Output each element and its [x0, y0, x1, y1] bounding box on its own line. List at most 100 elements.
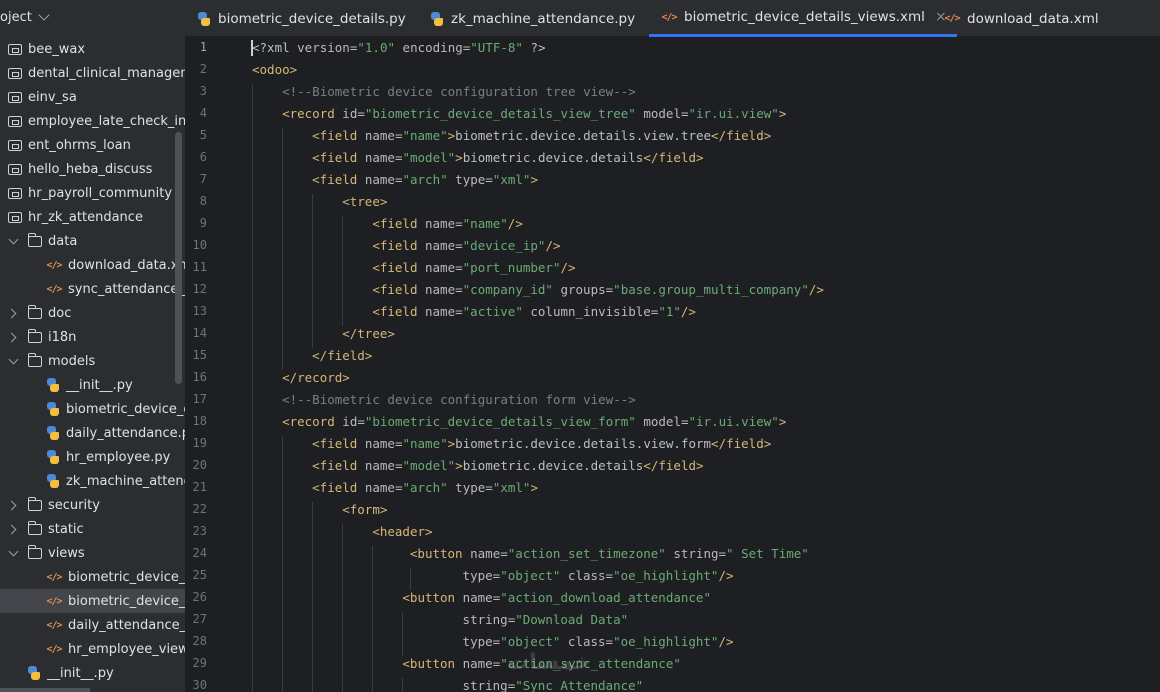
code-line[interactable]: <field name="arch" type="xml">: [312, 480, 538, 495]
code-token: name=: [364, 480, 403, 495]
code-token: <tree>: [342, 194, 388, 209]
chevron-right-icon[interactable]: [8, 331, 20, 343]
tree-folder[interactable]: doc: [0, 301, 185, 325]
tree-file[interactable]: __init__.py: [0, 661, 185, 685]
code-line[interactable]: <field name="arch" type="xml">: [312, 172, 538, 187]
code-token: "arch": [402, 172, 448, 187]
code-line[interactable]: <field name="name">biometric.device.deta…: [312, 128, 771, 143]
code-token: <record: [282, 414, 343, 429]
chevron-right-icon[interactable]: [8, 499, 20, 511]
project-panel-title: oject: [0, 9, 32, 25]
tree-item-label: __init__.py: [66, 377, 133, 393]
python-file-icon: [46, 426, 60, 440]
code-line[interactable]: </tree>: [342, 326, 395, 341]
project-panel-header[interactable]: oject: [0, 0, 185, 34]
tree-file[interactable]: </> sync_attendance_cron.xml: [0, 277, 185, 301]
code-token: name=: [364, 150, 403, 165]
code-line[interactable]: <button name="action_download_attendance…: [402, 590, 711, 605]
code-token: "active": [462, 304, 523, 319]
line-number: 22: [192, 502, 207, 516]
tree-file[interactable]: __init__.py: [0, 373, 185, 397]
chevron-down-icon[interactable]: [38, 9, 50, 21]
tree-item-label: hello_heba_discuss: [28, 161, 153, 177]
editor-tab[interactable]: biometric_device_details.py: [197, 0, 406, 37]
code-line[interactable]: <header>: [372, 524, 432, 539]
code-line[interactable]: <!--Biometric device configuration tree …: [282, 84, 636, 99]
tree-item-label: i18n: [48, 329, 77, 345]
chevron-right-icon[interactable]: [8, 307, 20, 319]
code-line[interactable]: string="Sync Attendance": [463, 678, 644, 692]
code-line[interactable]: <button name="action_set_timezone" strin…: [410, 546, 809, 561]
chevron-down-icon[interactable]: [8, 547, 20, 559]
tree-folder[interactable]: data: [0, 229, 185, 253]
code-token: >: [778, 414, 787, 429]
tree-item-label: hr_employee.py: [66, 449, 171, 465]
chevron-right-icon[interactable]: [8, 523, 20, 535]
code-token: biometric.device.details: [462, 458, 644, 473]
code-token: <button: [409, 546, 471, 561]
code-token: name=: [425, 260, 463, 275]
code-line[interactable]: type="object" class="oe_highlight"/>: [463, 568, 734, 583]
tree-file[interactable]: </> biometric_device_attendance_views.xml: [0, 565, 185, 589]
code-line[interactable]: <tree>: [342, 194, 387, 209]
tree-file[interactable]: </> download_data.xml: [0, 253, 185, 277]
code-line[interactable]: string="Download Data": [463, 612, 629, 627]
code-line[interactable]: <field name="model">biometric.device.det…: [312, 150, 703, 165]
tree-file[interactable]: daily_attendance.py: [0, 421, 185, 445]
line-number: 10: [192, 238, 207, 252]
xml-file-icon: </>: [661, 11, 677, 23]
code-line[interactable]: <field name="name">biometric.device.deta…: [312, 436, 771, 451]
tree-module[interactable]: hello_heba_discuss: [0, 157, 185, 181]
code-line[interactable]: <field name="port_number"/>: [372, 260, 575, 275]
tree-module[interactable]: bee_wax: [0, 37, 185, 61]
code-editor[interactable]: 1 2 3 4 5 6 7 8 9 10 11 12 13 14 15 16 17 18 19 20 21 22 23 24 2…: [185, 37, 1160, 692]
editor-tab[interactable]: </> download_data.xml: [944, 0, 1099, 37]
tab-label: download_data.xml: [967, 10, 1099, 27]
code-line[interactable]: <odoo>: [252, 62, 297, 77]
editor-tab[interactable]: zk_machine_attendance.py: [430, 0, 635, 37]
tree-folder[interactable]: models: [0, 349, 185, 373]
tree-file[interactable]: </> biometric_device_details_views.xml: [0, 589, 185, 613]
code-line[interactable]: <!--Biometric device configuration form …: [282, 392, 636, 407]
code-line[interactable]: </record>: [282, 370, 350, 385]
text-caret: [251, 40, 253, 56]
code-line[interactable]: <?xml version="1.0" encoding="UTF-8" ?>: [252, 40, 546, 55]
tree-module[interactable]: einv_sa: [0, 85, 185, 109]
sidebar-scrollbar[interactable]: [175, 132, 182, 384]
code-line[interactable]: <field name="model">biometric.device.det…: [312, 458, 703, 473]
tree-module[interactable]: employee_late_check_in: [0, 109, 185, 133]
code-token: "ir.ui.view": [688, 106, 779, 121]
tree-file[interactable]: hr_employee.py: [0, 445, 185, 469]
tree-folder[interactable]: security: [0, 493, 185, 517]
code-line[interactable]: type="object" class="oe_highlight"/>: [463, 634, 734, 649]
tree-module[interactable]: hr_payroll_community: [0, 181, 185, 205]
code-token: class=: [560, 568, 614, 583]
tree-module[interactable]: ent_ohrms_loan: [0, 133, 185, 157]
tree-folder[interactable]: static: [0, 517, 185, 541]
tree-file[interactable]: </> daily_attendance_views.xml: [0, 613, 185, 637]
code-token: />: [560, 260, 576, 275]
chevron-down-icon[interactable]: [8, 235, 20, 247]
tree-item-label: daily_attendance_views.xml: [68, 617, 185, 633]
tree-module[interactable]: hr_zk_attendance: [0, 205, 185, 229]
code-line[interactable]: <field name="company_id" groups="base.gr…: [372, 282, 824, 297]
code-token: " Set Time": [726, 546, 809, 561]
chevron-down-icon[interactable]: [8, 355, 20, 367]
code-line[interactable]: <form>: [342, 502, 387, 517]
code-line[interactable]: </field>: [312, 348, 372, 363]
code-line[interactable]: <field name="active" column_invisible="1…: [372, 304, 696, 319]
tree-folder[interactable]: i18n: [0, 325, 185, 349]
tree-folder[interactable]: views: [0, 541, 185, 565]
tree-module[interactable]: dental_clinical_management: [0, 61, 185, 85]
code-token: string=: [462, 678, 516, 692]
tree-file[interactable]: biometric_device_details.py: [0, 397, 185, 421]
tree-file[interactable]: zk_machine_attendance.py: [0, 469, 185, 493]
code-line[interactable]: <record id="biometric_device_details_vie…: [282, 414, 786, 429]
editor-tab[interactable]: </> biometric_device_details_views.xml ×: [649, 0, 957, 37]
tree-item-label: ent_ohrms_loan: [28, 137, 131, 153]
tree-file[interactable]: </> hr_employee_views.xml: [0, 637, 185, 661]
code-line[interactable]: <record id="biometric_device_details_vie…: [282, 106, 786, 121]
code-line[interactable]: <field name="name"/>: [372, 216, 523, 231]
code-line[interactable]: <field name="device_ip"/>: [372, 238, 560, 253]
tree-item-label: static: [48, 521, 84, 537]
